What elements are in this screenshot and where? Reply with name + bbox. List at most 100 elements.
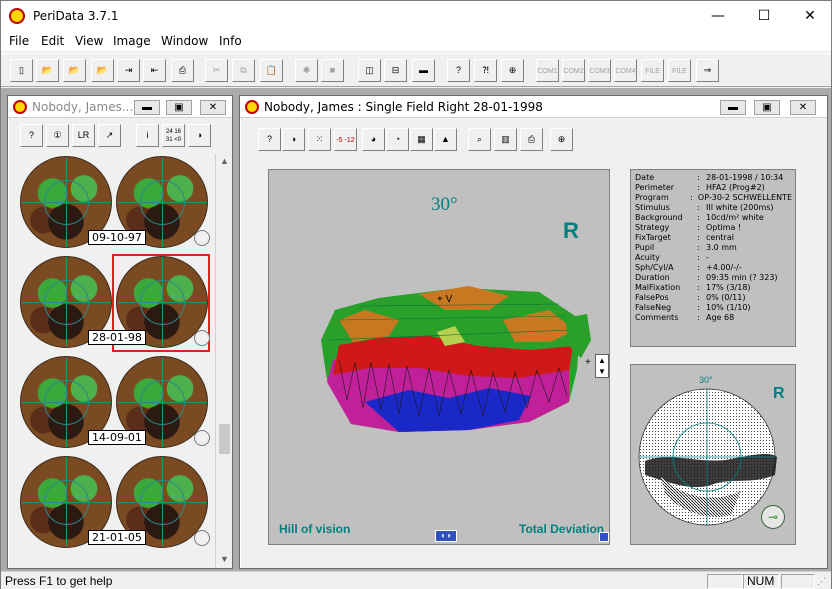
menu-view[interactable]: View xyxy=(75,34,103,48)
com1-button[interactable]: COM1 xyxy=(536,59,559,82)
scroll-down-arrow-icon[interactable]: ▼ xyxy=(217,552,232,567)
info-row: Background:10cd/m² white xyxy=(635,213,792,223)
view-rotate-button[interactable]: ◐◑ xyxy=(435,530,457,542)
file-2-button[interactable]: FILE xyxy=(668,59,691,82)
open-folder-button[interactable]: 📂 xyxy=(36,59,59,82)
cut-button[interactable]: ✂ xyxy=(205,59,228,82)
visits-window-title: Nobody, James... xyxy=(32,100,134,114)
context-help-icon: ⁈ xyxy=(482,65,489,75)
field-values-button[interactable]: -5 -12 xyxy=(334,128,357,151)
minimize-button[interactable]: — xyxy=(695,1,741,31)
resize-grip-icon[interactable]: ⋰ xyxy=(817,576,829,588)
menu-edit[interactable]: Edit xyxy=(41,34,64,48)
single-field-title-bar[interactable]: Nobody, James : Single Field Right 28-01… xyxy=(240,96,827,118)
bug-button[interactable]: ✱ xyxy=(295,59,318,82)
hill-of-vision-plot[interactable]: 30° R + V ▲ ▼ + Hill of vision Total Dev… xyxy=(268,169,610,545)
folder-disabled-button[interactable]: 📂 xyxy=(91,59,114,82)
cut-icon: ✂ xyxy=(212,65,221,75)
visits-compare-button[interactable]: ↗ xyxy=(98,124,121,147)
visits-info-button[interactable]: i xyxy=(136,124,159,147)
field-print-button[interactable]: ⎙ xyxy=(520,128,543,151)
zoom-spinner[interactable]: ▲ ▼ xyxy=(595,354,609,378)
print-button[interactable]: ⎙ xyxy=(171,59,194,82)
context-help-button[interactable]: ⁈ xyxy=(474,59,497,82)
info-key: Program xyxy=(635,193,669,202)
status-bar-button[interactable]: ▬ xyxy=(412,59,435,82)
grayscale-panel[interactable]: 30° R ⊸ xyxy=(630,364,796,545)
visits-grayscale-button[interactable]: ◑ xyxy=(188,124,211,147)
tile-vertical-button[interactable]: ◫ xyxy=(358,59,381,82)
field-hill-button[interactable]: ▲ xyxy=(434,128,457,151)
title-bar[interactable]: PeriData 3.7.1 — ☐ ✕ xyxy=(1,1,831,31)
field-crosshair-button[interactable]: ⊕ xyxy=(550,128,573,151)
maximize-button[interactable]: ☐ xyxy=(741,1,787,31)
visit-date-label[interactable]: 09-10-97 xyxy=(88,230,146,245)
new-document-button[interactable]: ▯ xyxy=(10,59,33,82)
tile-horizontal-button[interactable]: ⊟ xyxy=(384,59,407,82)
info-value: HFA2 (Prog#2) xyxy=(706,183,765,192)
info-separator: : xyxy=(697,203,700,212)
close-button[interactable]: ✕ xyxy=(787,1,832,31)
info-row: Sph/Cyl/A: +4.00/-/- xyxy=(635,263,792,273)
info-key: Stimulus xyxy=(635,203,670,212)
field-minimize-button[interactable]: ▬ xyxy=(720,100,746,115)
field-maximize-button[interactable]: ▣ xyxy=(754,100,780,115)
paste-button[interactable]: 📋 xyxy=(260,59,283,82)
info-key: Duration xyxy=(635,273,670,282)
visits-values-button[interactable]: 24 16 31 <0 xyxy=(162,124,185,147)
visits-overview-button[interactable]: LR xyxy=(72,124,95,147)
copy-button[interactable]: ⧉ xyxy=(232,59,255,82)
info-separator: : xyxy=(697,253,700,262)
info-row: Comments: Age 68 xyxy=(635,313,792,323)
info-value: 10cd/m² white xyxy=(706,213,764,222)
com3-button[interactable]: COM3 xyxy=(588,59,611,82)
visits-help-button[interactable]: ? xyxy=(20,124,43,147)
stop-button[interactable]: ■ xyxy=(321,59,344,82)
info-row: FixTarget: central xyxy=(635,233,792,243)
visits-maximize-button[interactable]: ▣ xyxy=(166,100,192,115)
field-help-button[interactable]: ? xyxy=(258,128,281,151)
menu-info[interactable]: Info xyxy=(219,34,242,48)
com2-button[interactable]: COM2 xyxy=(562,59,585,82)
info-separator: : xyxy=(689,193,693,202)
field-color-wheel-button[interactable]: ◕ xyxy=(362,128,385,151)
file-button[interactable]: FILE xyxy=(641,59,664,82)
visits-scrollbar[interactable]: ▲ ▼ xyxy=(215,154,232,568)
field-color-pie-button[interactable]: ◔ xyxy=(386,128,409,151)
field-close-button[interactable]: ✕ xyxy=(790,100,816,115)
globe-button[interactable]: ⊕ xyxy=(501,59,524,82)
visit-date-label[interactable]: 28-01-98 xyxy=(88,330,146,345)
open-green-folder-button[interactable]: 📂 xyxy=(63,59,86,82)
info-separator: : xyxy=(697,283,700,292)
com1-icon: COM1 xyxy=(537,68,558,75)
visits-single-field-button[interactable]: ① xyxy=(46,124,69,147)
menu-image[interactable]: Image xyxy=(113,34,151,48)
scroll-thumb[interactable] xyxy=(219,423,230,454)
info-value: 3.0 mm xyxy=(706,243,737,252)
com2-icon: COM2 xyxy=(563,68,584,75)
key-exit-button[interactable]: ⇒ xyxy=(696,59,719,82)
folder-disabled-icon: 📂 xyxy=(96,65,109,75)
com4-button[interactable]: COM4 xyxy=(614,59,637,82)
new-document-icon: ▯ xyxy=(19,65,24,75)
field-histogram-button[interactable]: ▥ xyxy=(494,128,517,151)
visits-minimize-button[interactable]: ▬ xyxy=(134,100,160,115)
key-exit-icon: ⇒ xyxy=(703,65,712,75)
menu-file[interactable]: File xyxy=(9,34,29,48)
scroll-up-arrow-icon[interactable]: ▲ xyxy=(217,154,232,169)
grayscale-icon: ◑ xyxy=(290,134,297,144)
field-magnifier-button[interactable]: ⌕ xyxy=(468,128,491,151)
field-dot-pattern-button[interactable]: ⁙ xyxy=(308,128,331,151)
corner-button[interactable] xyxy=(599,532,609,542)
visits-close-button[interactable]: ✕ xyxy=(200,100,226,115)
import-button[interactable]: ⇥ xyxy=(117,59,140,82)
menu-window[interactable]: Window xyxy=(161,34,208,48)
visit-date-label[interactable]: 21-01-05 xyxy=(88,530,146,545)
help-icon: ? xyxy=(266,134,272,144)
help-button[interactable]: ? xyxy=(447,59,470,82)
field-grayscale-button[interactable]: ◑ xyxy=(282,128,305,151)
visit-date-label[interactable]: 14-09-01 xyxy=(88,430,146,445)
field-grid-button[interactable]: ▦ xyxy=(410,128,433,151)
export-button[interactable]: ⇤ xyxy=(143,59,166,82)
visits-window-title-bar[interactable]: Nobody, James... ▬ ▣ ✕ xyxy=(8,96,232,118)
